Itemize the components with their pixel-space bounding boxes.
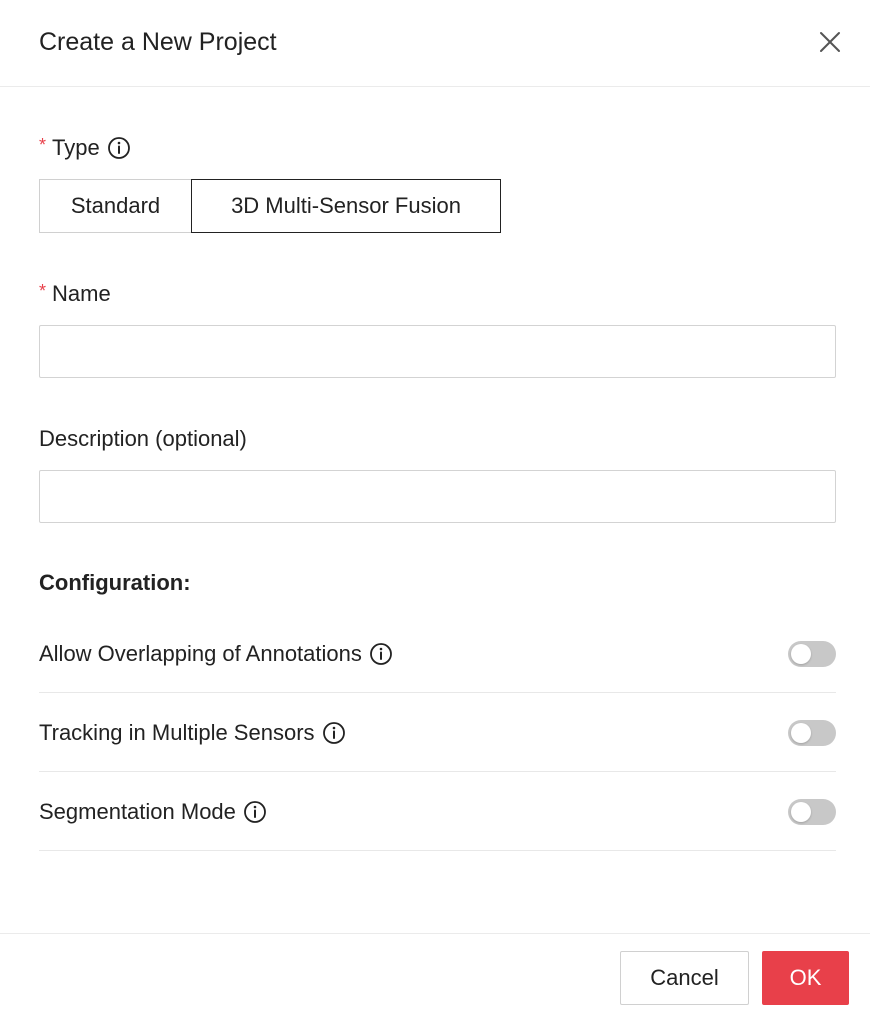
description-input[interactable] [39,470,836,523]
dialog-header: Create a New Project [0,0,870,87]
info-icon[interactable] [322,721,346,745]
dialog-title: Create a New Project [39,28,277,56]
toggle-knob [791,644,811,664]
close-button[interactable] [812,24,848,60]
info-icon[interactable] [369,642,393,666]
config-label: Tracking in Multiple Sensors [39,719,346,747]
type-option-3d-multi-sensor-fusion[interactable]: 3D Multi-Sensor Fusion [191,179,501,233]
description-label-text: Description (optional) [39,426,247,451]
info-icon[interactable] [243,800,267,824]
required-mark: * [39,281,47,301]
toggle-knob [791,802,811,822]
required-mark: * [39,135,47,155]
type-segmented-control: Standard 3D Multi-Sensor Fusion [39,179,501,233]
create-project-dialog: Create a New Project * Type Standard 3D … [0,0,870,1018]
description-label: Description (optional) [39,425,247,453]
name-label: * Name [39,280,111,308]
type-label-text: Type [52,135,100,160]
info-icon[interactable] [107,136,131,160]
ok-button[interactable]: OK [762,951,849,1005]
type-option-standard[interactable]: Standard [39,179,191,233]
close-icon [820,32,840,52]
config-label: Allow Overlapping of Annotations [39,640,393,668]
config-row-segmentation-mode: Segmentation Mode [39,772,836,851]
name-input[interactable] [39,325,836,378]
dialog-footer: Cancel OK [0,933,870,1018]
type-label: * Type [39,134,131,162]
config-label-text: Allow Overlapping of Annotations [39,641,362,666]
toggle-segmentation-mode[interactable] [788,799,836,825]
config-label-text: Segmentation Mode [39,799,236,824]
config-row-tracking-multiple-sensors: Tracking in Multiple Sensors [39,693,836,772]
config-row-allow-overlapping: Allow Overlapping of Annotations [39,614,836,693]
config-label: Segmentation Mode [39,798,267,826]
name-label-text: Name [52,281,111,306]
toggle-allow-overlapping[interactable] [788,641,836,667]
configuration-title: Configuration: [39,570,191,595]
cancel-button[interactable]: Cancel [620,951,749,1005]
config-label-text: Tracking in Multiple Sensors [39,720,315,745]
toggle-knob [791,723,811,743]
toggle-tracking-multiple-sensors[interactable] [788,720,836,746]
